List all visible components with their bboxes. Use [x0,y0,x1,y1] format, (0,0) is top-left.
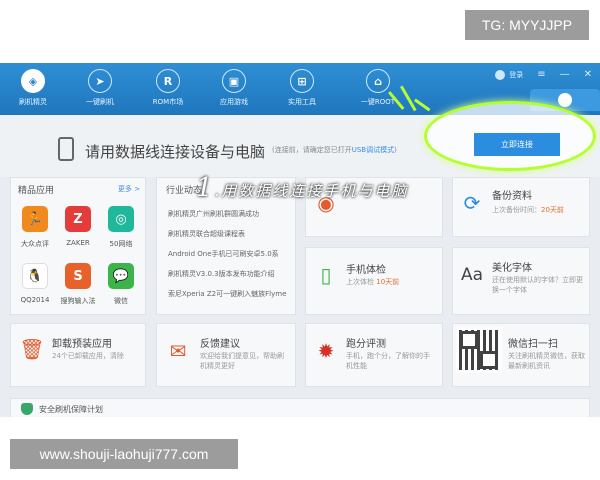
backup-desc-text: 上次备份时间： [492,206,541,214]
nav-item-apps-games[interactable]: ▣ 应用游戏 [204,69,264,107]
app-label: ZAKER [66,239,90,247]
phone-check-title: 手机体检 [346,265,386,276]
dianping-app-icon[interactable]: 🏃 [22,206,48,232]
tools-icon: ⊞ [290,69,314,93]
app-label: 微信 [114,297,128,305]
app-label: 大众点评 [21,240,49,248]
connect-hint-text: (连接前，请确定您已打开 [272,146,352,154]
cursor-icon: ➤ [88,69,112,93]
phone-check-desc: 上次体检 10天前 [346,277,399,287]
benchmark-icon: ✹ [317,339,335,363]
window-controls: 登录 ≡ — ✕ [495,69,592,80]
safety-plan-bar[interactable]: 安全刷机保障计划 [10,398,590,417]
close-icon[interactable]: ✕ [584,69,592,80]
news-item[interactable]: 刷机精灵广州刷机群圆满成功 [168,209,293,219]
step-annotation: 1.用数据线连接手机与电脑 [196,173,408,203]
news-item[interactable]: 刷机精灵联合超级课程表 [168,229,293,239]
backup-title: 备份资料 [492,191,532,202]
apps-icon: ▣ [222,69,246,93]
nav-label: 刷机精灵 [19,98,47,106]
nav-item-one-click-flash[interactable]: ➤ 一键刷机 [70,69,130,107]
font-title: 美化字体 [492,263,532,274]
shield-icon [21,403,33,415]
user-icon [495,69,506,80]
nav-label: ROM市场 [152,98,184,106]
uninstall-desc: 24个已卸载应用，清除 [52,352,124,360]
app-label: 搜狗输入法 [60,297,96,305]
50-network-app-icon[interactable]: ◎ [108,206,134,232]
usb-debug-link[interactable]: USB调试模式 [352,146,394,154]
nav-item-rom-market[interactable]: R ROM市场 [138,69,198,107]
watermark-bottom: www.shouji-laohuji777.com [10,439,238,469]
phone-check-icon: ▯ [320,263,332,287]
nav-label: 实用工具 [288,98,316,106]
connect-hint-end: ) [394,146,397,154]
font-desc: 还在使用默认的字体？立即更换一个字体 [492,276,583,294]
logo-icon: ◈ [21,69,45,93]
connect-title: 请用数据线连接设备与电脑 [85,143,266,161]
download-icon [558,93,572,107]
feedback-desc: 欢迎给我们提意见，帮助刷机精灵更好 [200,352,284,370]
nav-label: 一键ROOT [360,98,396,106]
news-item[interactable]: 索尼Xperia Z2可一键刷入魅族Flyme [168,289,293,299]
safety-plan-label: 安全刷机保障计划 [39,405,103,414]
font-icon: Aa [460,265,484,285]
step-text: .用数据线连接手机与电脑 [214,182,409,200]
backup-desc: 上次备份时间：20天前 [492,205,564,215]
benchmark-desc: 手机，跑个分，了解你的手机性能 [346,352,430,370]
nav-label: 应用游戏 [220,98,248,106]
wechat-app-icon[interactable]: 💬 [108,263,134,289]
qq-app-icon[interactable]: 🐧 [22,263,48,289]
zaker-app-icon[interactable]: Z [65,206,91,232]
feedback-title: 反馈建议 [200,339,240,350]
nav-item-home[interactable]: ◈ 刷机精灵 [3,69,63,107]
nav-item-tools[interactable]: ⊞ 实用工具 [272,69,332,107]
backup-desc-highlight: 20天前 [541,206,564,214]
minimize-icon[interactable]: — [560,69,570,80]
watermark-top: TG: MYYJJPP [465,10,589,40]
backup-icon: ⟳ [463,191,481,215]
news-item[interactable]: Android One手机已可刷安卓5.0系 [168,249,293,259]
root-icon: ⌂ [366,69,390,93]
benchmark-title: 跑分评测 [346,339,386,350]
login-label: 登录 [509,70,524,79]
featured-apps-title: 精品应用 [18,186,55,196]
trash-icon: 🗑 [19,337,45,361]
phone-check-desc-highlight: 10天前 [376,278,400,286]
uninstall-title: 卸载预装应用 [52,339,112,350]
connect-hint: (连接前，请确定您已打开USB调试模式) [272,145,397,155]
wechat-scan-desc: 关注刷机精灵微信，获取最新刷机资讯 [508,352,585,370]
wechat-scan-title: 微信扫一扫 [508,339,558,350]
app-window: ◈ 刷机精灵 ➤ 一键刷机 R ROM市场 ▣ 应用游戏 ⊞ 实用工具 ⌂ 一键… [0,63,600,417]
phone-check-desc-text: 上次体检 [346,278,374,286]
mail-icon: ✉ [169,339,187,363]
app-label: QQ2014 [20,296,50,304]
app-label: 50网络 [109,240,133,248]
phone-icon [58,137,74,161]
qr-code-icon [456,327,502,373]
sogou-input-app-icon[interactable]: S [65,263,91,289]
menu-icon[interactable]: ≡ [537,69,545,80]
login-button[interactable]: 登录 [495,69,524,80]
news-item[interactable]: 刷机精灵V3.0.3版本发布功能介绍 [168,269,293,279]
rom-icon: R [156,69,180,93]
step-number: 1 [196,173,215,203]
nav-label: 一键刷机 [86,98,114,106]
connect-now-button[interactable]: 立即连接 [474,133,560,156]
featured-apps-more-link[interactable]: 更多 > [118,184,140,194]
